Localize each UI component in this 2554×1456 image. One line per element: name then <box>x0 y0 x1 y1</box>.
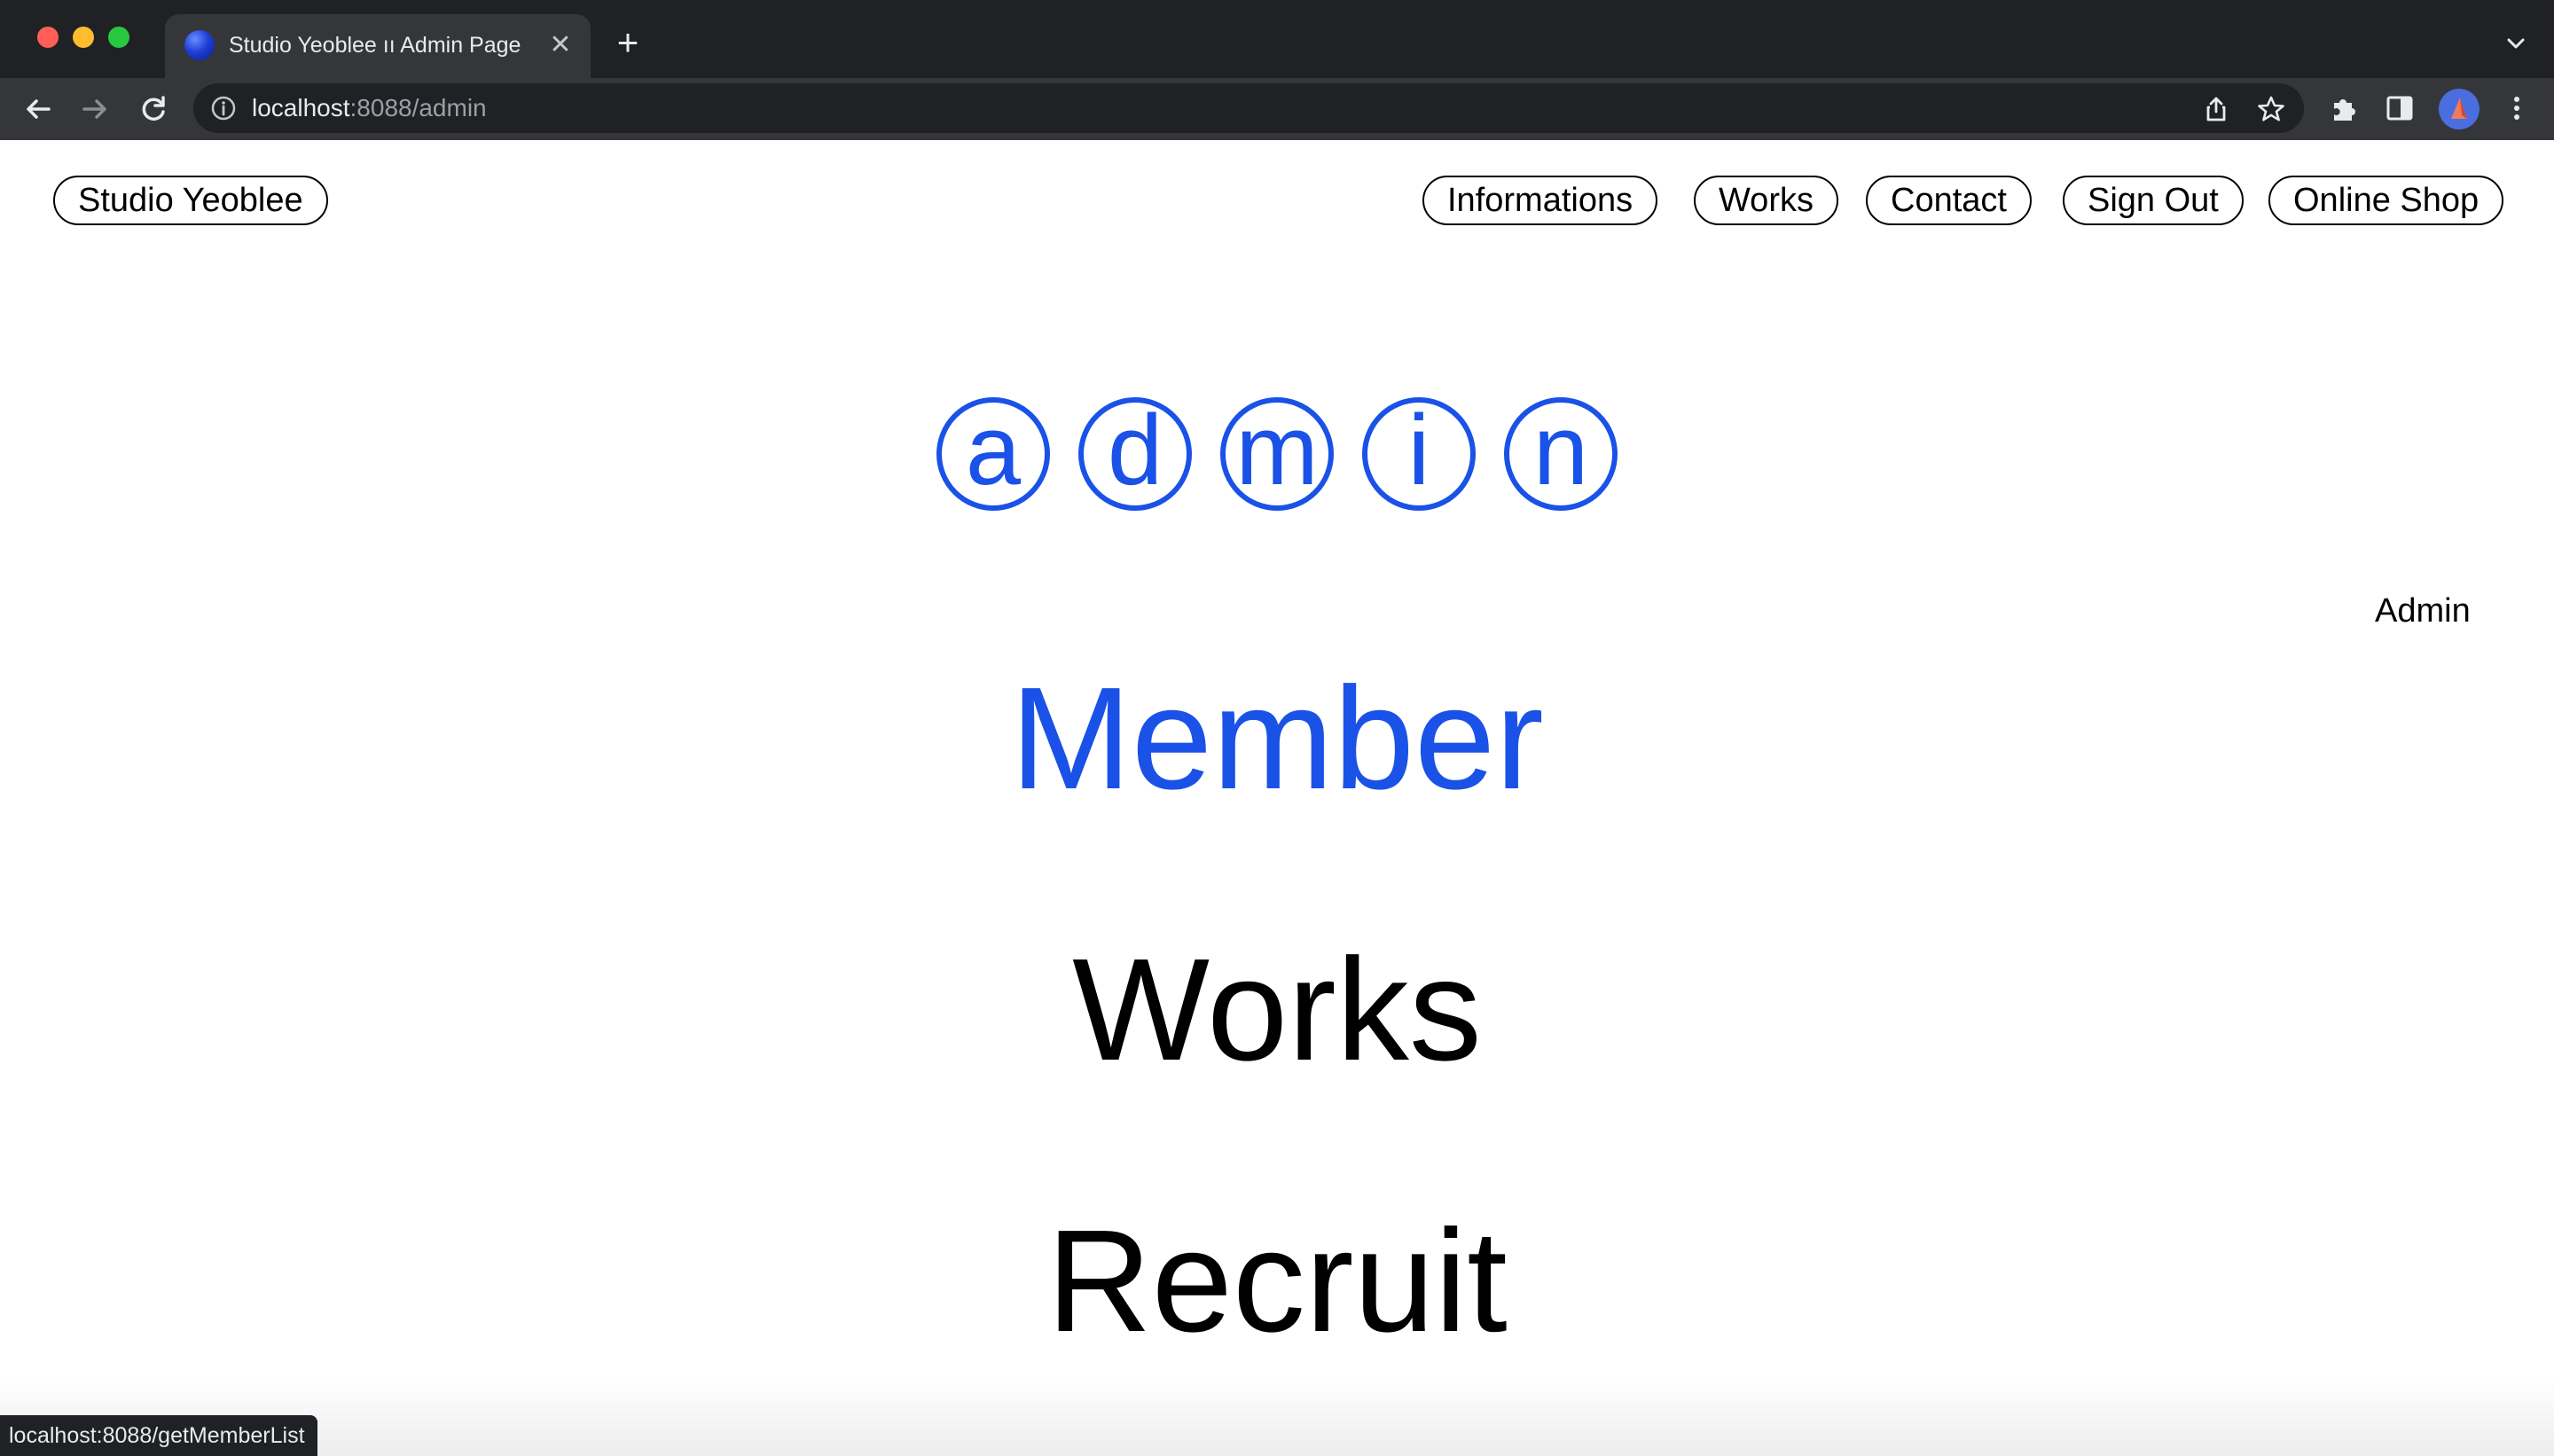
role-label: Admin <box>2375 592 2471 630</box>
circled-letter: m <box>1220 397 1334 511</box>
nav-sign-out[interactable]: Sign Out <box>2063 176 2244 225</box>
nav-informations[interactable]: Informations <box>1422 176 1658 225</box>
bookmark-star-icon[interactable] <box>2256 94 2286 124</box>
brand-logo-link[interactable]: Studio Yeoblee <box>53 176 328 225</box>
page-content: Studio Yeoblee Informations Works Contac… <box>0 140 2554 1456</box>
minimize-window-button[interactable] <box>73 27 94 48</box>
bottom-fade <box>0 1376 2554 1456</box>
nav-works[interactable]: Works <box>1694 176 1838 225</box>
circled-letter: d <box>1078 397 1192 511</box>
menu-recruit-link[interactable]: Recruit <box>0 1197 2554 1366</box>
circled-letter: n <box>1504 397 1618 511</box>
reload-icon[interactable] <box>135 90 172 128</box>
side-panel-icon[interactable] <box>2384 92 2416 124</box>
link-status-bar: localhost:8088/getMemberList <box>0 1415 317 1456</box>
new-tab-icon[interactable]: + <box>610 24 646 61</box>
forward-arrow-icon[interactable] <box>76 90 114 128</box>
admin-circled-heading: admin <box>0 397 2554 511</box>
menu-member-link[interactable]: Member <box>0 654 2554 823</box>
nav-online-shop[interactable]: Online Shop <box>2268 176 2504 225</box>
tab-search-chevron-icon[interactable] <box>2503 30 2529 57</box>
profile-avatar[interactable] <box>2439 89 2480 129</box>
menu-works-link[interactable]: Works <box>0 926 2554 1094</box>
site-info-icon[interactable] <box>209 94 238 122</box>
back-arrow-icon[interactable] <box>20 90 57 128</box>
browser-toolbar: localhost:8088/admin <box>0 78 2554 140</box>
globe-favicon-icon <box>184 30 215 60</box>
tab-strip: Studio Yeoblee ıı Admin Page ✕ + <box>0 0 2554 78</box>
circled-letter: a <box>936 397 1050 511</box>
close-window-button[interactable] <box>37 27 59 48</box>
extensions-puzzle-icon[interactable] <box>2329 92 2361 124</box>
url-text: localhost:8088/admin <box>252 92 487 124</box>
browser-menu-icon[interactable] <box>2501 92 2533 124</box>
close-tab-icon[interactable]: ✕ <box>544 29 576 61</box>
browser-chrome: Studio Yeoblee ıı Admin Page ✕ + localho… <box>0 0 2554 140</box>
circled-letter: i <box>1362 397 1476 511</box>
nav-contact[interactable]: Contact <box>1866 176 2032 225</box>
address-bar[interactable]: localhost:8088/admin <box>193 83 2304 133</box>
url-path: :8088/admin <box>349 94 487 121</box>
tab-title: Studio Yeoblee ıı Admin Page <box>229 33 521 58</box>
browser-tab-active[interactable]: Studio Yeoblee ıı Admin Page ✕ <box>165 14 591 78</box>
maximize-window-button[interactable] <box>108 27 129 48</box>
url-host: localhost <box>252 94 350 121</box>
share-icon[interactable] <box>2201 94 2231 124</box>
